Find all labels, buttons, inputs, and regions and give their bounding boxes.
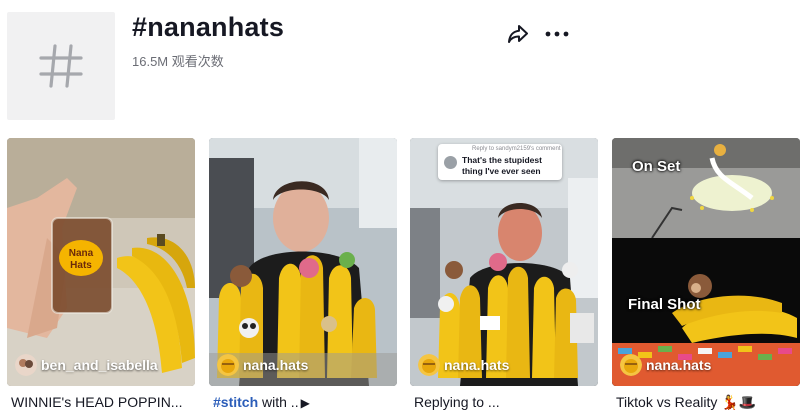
- caption-text: Tiktok vs Reality 💃🎩: [616, 394, 757, 410]
- share-arrow-icon: [508, 25, 528, 43]
- video-caption[interactable]: #stitch with .. ▶: [209, 394, 397, 410]
- hashtag-title: #nananhats: [132, 12, 285, 42]
- video-card[interactable]: Nana Hats ben_and_isabella WINNIE's HEAD…: [7, 138, 195, 410]
- video-caption[interactable]: WINNIE's HEAD POPPIN...: [7, 394, 195, 410]
- svg-text:Nana: Nana: [69, 248, 94, 259]
- creator-tag[interactable]: nana.hats: [418, 354, 509, 376]
- video-caption[interactable]: Replying to ...: [410, 394, 598, 410]
- reply-comment-text: That's the stupidest thing I've ever see…: [462, 155, 542, 176]
- view-count: 16.5M 观看次数: [132, 54, 224, 69]
- creator-avatar: [418, 354, 440, 376]
- video-thumbnail-image: [612, 138, 800, 386]
- reply-label: Reply to sandym2159's comment: [472, 146, 561, 152]
- play-arrow-icon: ▶: [300, 396, 310, 410]
- video-thumbnail-image: [209, 138, 397, 386]
- video-thumbnail[interactable]: nana.hats: [209, 138, 397, 386]
- more-dots-icon: [545, 31, 569, 37]
- overlay-label-bottom: Final Shot: [628, 296, 701, 313]
- more-options-button[interactable]: [544, 22, 570, 46]
- hashtag-icon: [39, 44, 83, 88]
- video-thumbnail-image: Nana Hats: [7, 138, 195, 386]
- video-card[interactable]: On Set Final Shot nana.hats Tiktok vs Re…: [612, 138, 800, 411]
- video-caption[interactable]: Tiktok vs Reality 💃🎩: [612, 394, 800, 411]
- commenter-avatar: [444, 156, 457, 169]
- creator-tag[interactable]: nana.hats: [217, 354, 308, 376]
- creator-name: nana.hats: [646, 357, 712, 373]
- video-thumbnail[interactable]: Reply to sandym2159's comment That's the…: [410, 138, 598, 386]
- hashtag-avatar: [7, 12, 115, 120]
- video-card[interactable]: Reply to sandym2159's comment That's the…: [410, 138, 598, 410]
- creator-avatar: [217, 354, 239, 376]
- creator-avatar: [620, 354, 642, 376]
- overlay-label-top: On Set: [632, 158, 681, 175]
- caption-text: WINNIE's HEAD POPPIN...: [11, 394, 183, 410]
- video-thumbnail[interactable]: On Set Final Shot nana.hats: [612, 138, 800, 386]
- caption-text: Replying to ...: [414, 394, 500, 410]
- reply-comment-bubble: Reply to sandym2159's comment That's the…: [438, 144, 562, 180]
- share-button[interactable]: [506, 22, 530, 46]
- creator-avatar: [15, 354, 37, 376]
- caption-hashtag[interactable]: #stitch: [213, 394, 258, 410]
- creator-name: nana.hats: [243, 357, 309, 373]
- video-thumbnail[interactable]: Nana Hats ben_and_isabella: [7, 138, 195, 386]
- svg-text:Hats: Hats: [70, 260, 92, 271]
- creator-name: nana.hats: [444, 357, 510, 373]
- video-grid: Nana Hats ben_and_isabella WINNIE's HEAD…: [7, 138, 800, 415]
- creator-tag[interactable]: ben_and_isabella: [15, 354, 158, 376]
- video-card[interactable]: nana.hats #stitch with .. ▶: [209, 138, 397, 410]
- caption-text: with ..: [258, 394, 299, 410]
- creator-name: ben_and_isabella: [41, 357, 158, 373]
- creator-tag[interactable]: nana.hats: [620, 354, 711, 376]
